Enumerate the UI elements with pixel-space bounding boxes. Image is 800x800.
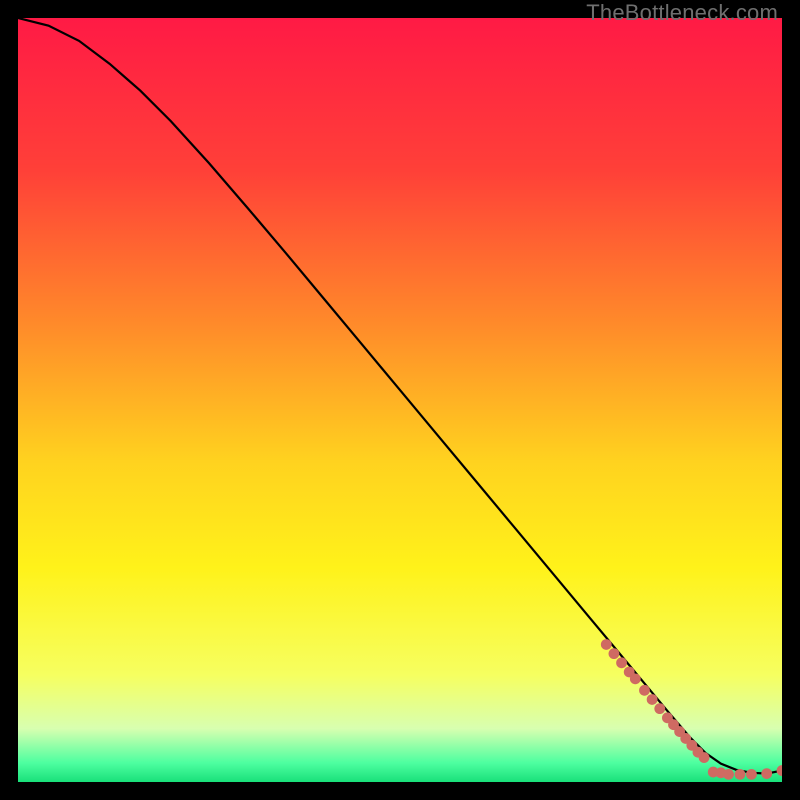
marker-dot <box>654 703 665 714</box>
chart-plot <box>18 18 782 782</box>
marker-dot <box>609 648 620 659</box>
marker-dot <box>647 694 658 705</box>
marker-dot <box>723 769 734 780</box>
watermark-text: TheBottleneck.com <box>586 0 778 26</box>
marker-dot <box>616 657 627 668</box>
marker-dot <box>746 769 757 780</box>
chart-frame <box>18 18 782 782</box>
chart-background <box>18 18 782 782</box>
marker-dot <box>630 673 641 684</box>
marker-dot <box>699 752 710 763</box>
marker-dot <box>735 769 746 780</box>
marker-dot <box>601 639 612 650</box>
marker-dot <box>639 685 650 696</box>
marker-dot <box>761 768 772 779</box>
